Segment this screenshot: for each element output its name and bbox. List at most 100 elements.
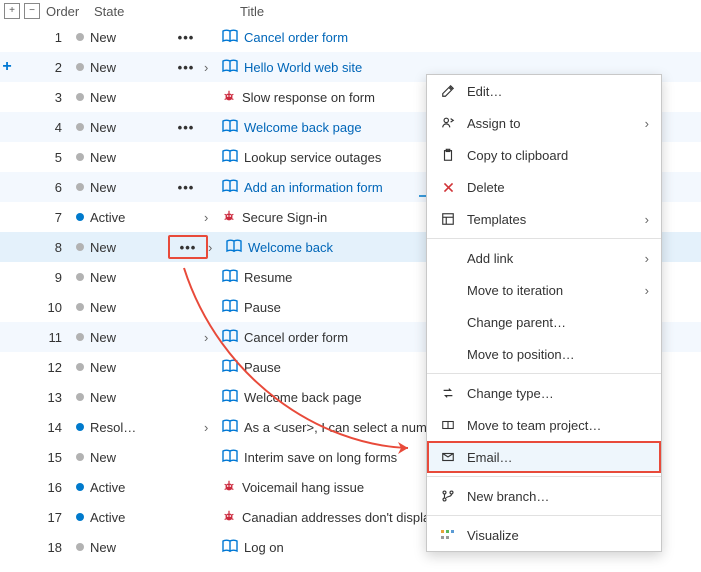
state-cell: New [76, 300, 168, 315]
menu-delete[interactable]: Delete [427, 171, 661, 203]
assign-icon [439, 116, 457, 130]
menu-move-position[interactable]: Move to position… [427, 338, 661, 370]
title-cell[interactable]: Log on [222, 539, 284, 556]
order-cell: 10 [14, 300, 76, 315]
state-dot-icon [76, 513, 84, 521]
order-cell: 1 [14, 30, 76, 45]
title-cell[interactable]: Add an information form [222, 179, 383, 196]
title-cell[interactable]: Cancel order form [222, 29, 348, 46]
title-cell[interactable]: Canadian addresses don't display [222, 509, 437, 526]
book-icon [222, 269, 238, 286]
menu-add-link[interactable]: Add link› [427, 242, 661, 274]
state-dot-icon [76, 483, 84, 491]
menu-move-team-project[interactable]: Move to team project… [427, 409, 661, 441]
title-cell[interactable]: Resume [222, 269, 292, 286]
col-state[interactable]: State [94, 4, 186, 19]
book-icon [222, 119, 238, 136]
title-text: Welcome back page [244, 120, 362, 135]
chevron-right-icon: › [645, 116, 649, 131]
table-row[interactable]: 1New••• Cancel order form [0, 22, 701, 52]
state-cell: New [76, 270, 168, 285]
title-text: Welcome back [248, 240, 333, 255]
state-dot-icon [76, 363, 84, 371]
more-actions-button[interactable]: ••• [168, 235, 208, 259]
order-cell: 15 [14, 450, 76, 465]
pencil-icon [439, 84, 457, 98]
title-text: Voicemail hang issue [242, 480, 364, 495]
state-cell: New [76, 30, 168, 45]
menu-change-parent[interactable]: Change parent… [427, 306, 661, 338]
clipboard-icon [439, 148, 457, 162]
title-cell[interactable]: Welcome back [226, 239, 333, 256]
state-dot-icon [76, 33, 84, 41]
order-cell: 4 [14, 120, 76, 135]
order-cell: 18 [14, 540, 76, 555]
email-icon [439, 450, 457, 464]
col-order[interactable]: Order [44, 4, 94, 19]
collapse-all-icon[interactable]: − [24, 3, 40, 19]
expand-chevron-icon[interactable]: › [204, 330, 222, 345]
menu-move-iteration[interactable]: Move to iteration› [427, 274, 661, 306]
expand-chevron-icon[interactable]: › [204, 420, 222, 435]
state-cell: New [76, 150, 168, 165]
book-icon [222, 359, 238, 376]
state-cell: Active [76, 480, 168, 495]
title-cell[interactable]: Pause [222, 359, 281, 376]
delete-icon [439, 181, 457, 194]
move-project-icon [439, 418, 457, 432]
title-text: Welcome back page [244, 390, 362, 405]
state-dot-icon [76, 93, 84, 101]
title-text: Lookup service outages [244, 150, 381, 165]
state-cell: New [76, 240, 168, 255]
title-cell[interactable]: Slow response on form [222, 89, 375, 106]
book-icon [222, 59, 238, 76]
more-actions-button[interactable]: ••• [168, 180, 204, 195]
more-actions-button[interactable]: ••• [168, 120, 204, 135]
title-cell[interactable]: Lookup service outages [222, 149, 381, 166]
more-actions-button[interactable]: ••• [168, 60, 204, 75]
menu-email[interactable]: Email… [427, 441, 661, 473]
menu-new-branch[interactable]: New branch… [427, 480, 661, 512]
book-icon [222, 299, 238, 316]
title-cell[interactable]: Welcome back page [222, 389, 362, 406]
book-icon [222, 179, 238, 196]
title-cell[interactable]: Welcome back page [222, 119, 362, 136]
order-cell: 12 [14, 360, 76, 375]
state-cell: New [76, 360, 168, 375]
col-title[interactable]: Title [240, 4, 264, 19]
add-row-icon[interactable]: + [0, 58, 14, 76]
menu-edit[interactable]: Edit… [427, 75, 661, 107]
title-cell[interactable]: Secure Sign-in [222, 209, 327, 226]
book-icon [222, 149, 238, 166]
state-dot-icon [76, 273, 84, 281]
title-cell[interactable]: As a <user>, I can select a numbe [222, 419, 441, 436]
menu-copy[interactable]: Copy to clipboard [427, 139, 661, 171]
title-text: Canadian addresses don't display [242, 510, 437, 525]
expand-all-icon[interactable]: + [4, 3, 20, 19]
book-icon [222, 329, 238, 346]
menu-change-type[interactable]: Change type… [427, 377, 661, 409]
title-cell[interactable]: Cancel order form [222, 329, 348, 346]
order-cell: 7 [14, 210, 76, 225]
visualize-icon [439, 530, 457, 540]
menu-templates[interactable]: Templates› [427, 203, 661, 235]
menu-visualize[interactable]: Visualize [427, 519, 661, 551]
menu-separator [427, 238, 661, 239]
change-type-icon [439, 386, 457, 400]
title-cell[interactable]: Voicemail hang issue [222, 479, 364, 496]
chevron-right-icon: › [645, 251, 649, 266]
expand-chevron-icon[interactable]: › [204, 60, 222, 75]
branch-icon [439, 489, 457, 503]
more-actions-button[interactable]: ••• [168, 30, 204, 45]
book-icon [222, 449, 238, 466]
state-cell: New [76, 90, 168, 105]
title-cell[interactable]: Interim save on long forms [222, 449, 397, 466]
title-cell[interactable]: Pause [222, 299, 281, 316]
expand-chevron-icon[interactable]: › [208, 240, 226, 255]
state-cell: New [76, 450, 168, 465]
menu-assign-to[interactable]: Assign to› [427, 107, 661, 139]
title-cell[interactable]: Hello World web site [222, 59, 362, 76]
order-cell: 11 [14, 330, 76, 345]
expand-chevron-icon[interactable]: › [204, 210, 222, 225]
title-text: Secure Sign-in [242, 210, 327, 225]
